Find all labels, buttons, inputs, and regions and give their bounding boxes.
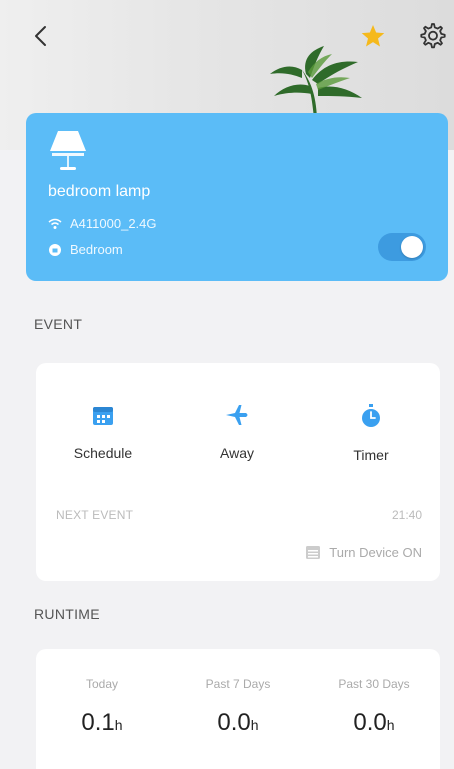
power-toggle-knob (401, 236, 423, 258)
runtime-card: Today 0.1h Past 7 Days 0.0h Past 30 Days… (36, 649, 440, 769)
runtime-past-7-days: Past 7 Days 0.0h (178, 677, 298, 737)
room-icon (49, 243, 61, 256)
power-toggle[interactable] (378, 233, 426, 261)
next-event-time: 21:40 (391, 508, 422, 522)
room-row: Bedroom (48, 242, 123, 257)
runtime-unit: h (114, 717, 123, 733)
schedule-label: Schedule (73, 445, 133, 461)
runtime-label: Today (85, 677, 119, 691)
runtime-label: Past 7 Days (205, 677, 271, 691)
stopwatch-icon (362, 404, 380, 427)
runtime-number: 0.0 (217, 709, 251, 736)
network-name: A411000_2.4G (70, 216, 157, 231)
runtime-value: 0.1h (81, 709, 122, 737)
schedule-button[interactable]: Schedule (48, 403, 158, 461)
away-label: Away (220, 445, 254, 461)
device-card: bedroom lamp A411000_2.4G Bedroom (26, 113, 448, 281)
plant-decoration-icon (270, 46, 362, 118)
runtime-number: 0.0 (353, 709, 387, 736)
runtime-section-title: RUNTIME (34, 606, 100, 622)
runtime-value: 0.0h (217, 709, 258, 737)
runtime-value: 0.0h (353, 709, 394, 737)
event-card: Schedule Away Timer NEXT EVENT 21:40 Tur… (36, 363, 440, 581)
timer-label: Timer (353, 447, 389, 463)
network-row: A411000_2.4G (48, 216, 157, 231)
timer-button[interactable]: Timer (316, 403, 426, 463)
favorite-button[interactable] (356, 20, 390, 52)
runtime-unit: h (386, 717, 395, 733)
runtime-number: 0.1 (81, 709, 115, 736)
chevron-left-icon (35, 26, 46, 46)
runtime-unit: h (250, 717, 259, 733)
gear-icon (420, 23, 446, 49)
next-event-action-text: Turn Device ON (329, 544, 422, 560)
settings-button[interactable] (414, 18, 450, 54)
lamp-icon (50, 131, 86, 170)
runtime-past-30-days: Past 30 Days 0.0h (314, 677, 434, 737)
event-section-title: EVENT (34, 316, 83, 332)
device-name: bedroom lamp (48, 183, 151, 200)
airplane-icon (226, 405, 248, 425)
room-name: Bedroom (70, 242, 123, 257)
away-button[interactable]: Away (182, 403, 292, 461)
runtime-today: Today 0.1h (42, 677, 162, 737)
next-event-label: NEXT EVENT (56, 508, 134, 522)
calendar-icon (93, 407, 113, 425)
next-event-action: Turn Device ON (305, 544, 422, 560)
schedule-small-icon (306, 546, 321, 559)
runtime-label: Past 30 Days (338, 677, 410, 691)
star-icon (361, 25, 385, 47)
device-detail-screen: bedroom lamp A411000_2.4G Bedroom EVENT (0, 0, 454, 769)
back-button[interactable] (26, 20, 54, 52)
wifi-icon (48, 218, 62, 229)
